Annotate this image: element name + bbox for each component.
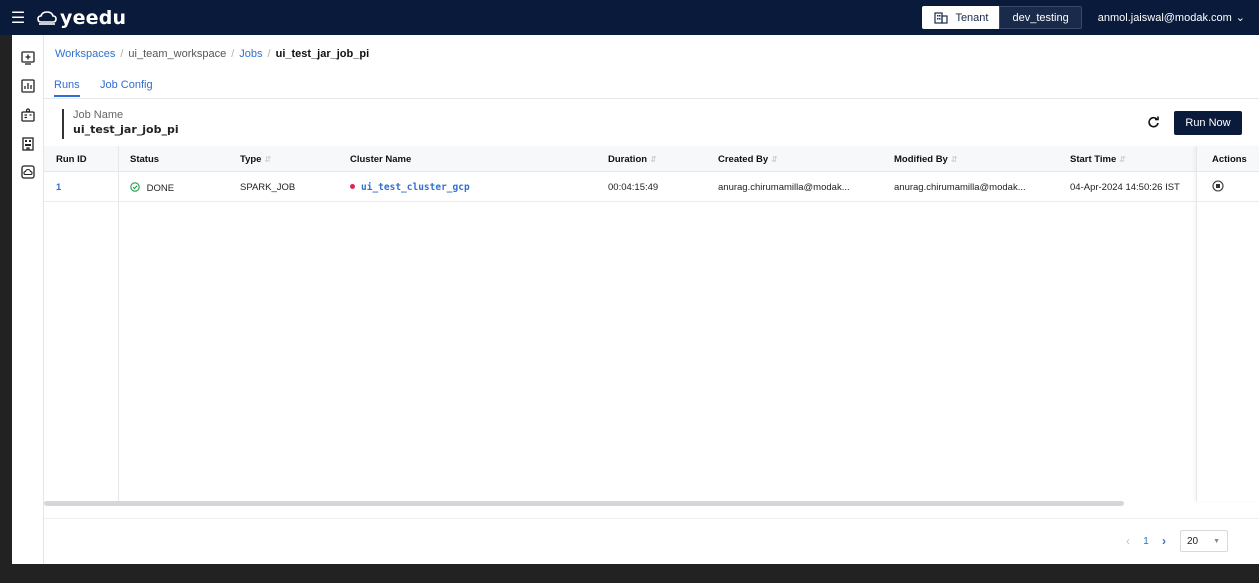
side-rail [12,35,44,564]
page-number[interactable]: 1 [1136,536,1156,547]
building-icon[interactable] [20,136,36,152]
job-name-label: Job Name [73,109,124,121]
top-bar: ☰ yeedu Tenant dev_testing anmol.jaiswal… [0,0,1259,35]
run-now-button[interactable]: Run Now [1174,111,1242,135]
col-cluster-name: Cluster Name [350,154,412,165]
brand-name: yeedu [60,6,127,29]
col-modified-by[interactable]: Modified By ⇵ [894,154,958,165]
tenant-label: Tenant [955,11,989,24]
runs-table: Run ID Status Type ⇵ Cluster Name Duratio… [44,146,1259,506]
col-type[interactable]: Type ⇵ [240,154,271,165]
status-badge: DONE [130,182,174,194]
status-text: DONE [146,183,175,194]
page-size-select[interactable]: 20 ▼ [1180,530,1228,552]
tenant-selector[interactable]: Tenant dev_testing [922,6,1082,29]
tab-bar: Runs Job Config [44,78,1259,99]
cloud-logo-icon [37,10,57,25]
footer-divider [44,518,1259,519]
caret-down-icon: ▼ [1213,537,1220,545]
type-cell: SPARK_JOB [240,182,296,193]
user-email: anmol.jaiswal@modak.com [1097,11,1232,24]
breadcrumb-workspace[interactable]: ui_team_workspace [128,48,226,60]
page-size-value: 20 [1187,535,1199,547]
col-run-id: Run ID [56,154,87,165]
dashboard-icon[interactable] [20,78,36,94]
refresh-icon[interactable] [1145,114,1161,130]
sort-icon[interactable]: ⇵ [1119,155,1126,164]
start-time-cell: 04-Apr-2024 14:50:26 IST [1070,182,1180,193]
breadcrumb-separator: / [267,48,271,60]
sort-icon[interactable]: ⇵ [264,155,271,164]
prev-page-icon[interactable]: ‹ [1120,534,1136,548]
job-name-block: Job Name ui_test_jar_job_pi [62,109,179,139]
tenant-value[interactable]: dev_testing [999,6,1082,29]
actions-column [1196,146,1259,501]
tab-runs[interactable]: Runs [54,79,80,97]
cluster-status-dot [350,184,355,189]
check-circle-icon [130,182,143,194]
building-icon [934,11,949,24]
tenant-admin-icon[interactable] [20,107,36,123]
breadcrumb-jobs[interactable]: Jobs [239,48,262,60]
tenant-button[interactable]: Tenant [922,6,1000,29]
breadcrumb: Workspaces / ui_team_workspace / Jobs / ui_tes… [55,48,369,60]
duration-cell: 00:04:15:49 [608,182,659,193]
table-row[interactable]: 1 DONE SPARK_JOB ui_test_cluster_gcp 00:… [44,172,1259,202]
run-id-link[interactable]: 1 [56,182,61,193]
breadcrumb-separator: / [120,48,124,60]
sort-icon[interactable]: ⇵ [771,155,778,164]
chevron-down-icon: ⌄ [1235,12,1245,24]
pagination: ‹ 1 › 20 ▼ [1120,530,1228,552]
main-content: Workspaces / ui_team_workspace / Jobs / ui_tes… [44,35,1259,564]
tab-job-config[interactable]: Job Config [100,79,153,91]
sort-icon[interactable]: ⇵ [951,155,958,164]
horizontal-scrollbar[interactable] [44,501,1124,506]
brand-logo[interactable]: yeedu [36,7,126,29]
col-created-by[interactable]: Created By ⇵ [718,154,778,165]
col-start-time[interactable]: Start Time ⇵ [1070,154,1126,165]
modified-by-cell: anurag.chirumamilla@modak... [894,182,1026,193]
breadcrumb-separator: / [231,48,235,60]
menu-icon[interactable]: ☰ [0,0,36,35]
created-by-cell: anurag.chirumamilla@modak... [718,182,850,193]
next-page-icon[interactable]: › [1156,534,1172,548]
cluster-link[interactable]: ui_test_cluster_gcp [350,182,470,193]
sort-icon[interactable]: ⇵ [650,155,657,164]
add-workspace-icon[interactable] [20,50,36,66]
breadcrumb-workspaces[interactable]: Workspaces [55,48,115,60]
job-name-value: ui_test_jar_job_pi [73,123,179,136]
col-duration[interactable]: Duration ⇵ [608,154,657,165]
col-status: Status [130,154,160,165]
app-window: ☰ yeedu Tenant dev_testing anmol.jaiswal… [0,0,1259,583]
cloud-icon[interactable] [20,164,36,180]
breadcrumb-current: ui_test_jar_job_pi [275,48,370,60]
user-menu[interactable]: anmol.jaiswal@modak.com ⌄ [1097,11,1259,25]
table-header: Run ID Status Type ⇵ Cluster Name Duratio… [44,146,1259,172]
